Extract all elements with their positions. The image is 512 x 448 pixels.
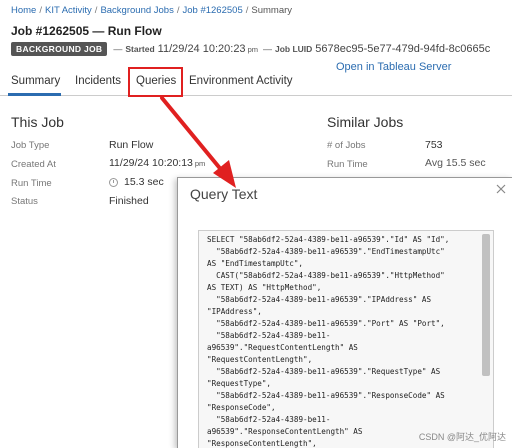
tab-incidents[interactable]: Incidents xyxy=(75,75,121,87)
started-label: Started xyxy=(125,44,155,54)
scrollbar-thumb[interactable] xyxy=(482,234,490,376)
created-at-value: 11/29/24 10:20:13 pm xyxy=(109,157,205,169)
query-text-box[interactable]: SELECT "58ab6df2-52a4-4389-be11-a96539".… xyxy=(198,230,494,448)
clock-icon xyxy=(109,178,118,187)
tab-summary[interactable]: Summary xyxy=(11,75,60,87)
job-type-value: Run Flow xyxy=(109,139,154,151)
active-tab-indicator xyxy=(8,93,61,96)
tab-environment-activity[interactable]: Environment Activity xyxy=(189,75,293,87)
page-title: Job #1262505 — Run Flow xyxy=(11,24,162,38)
created-at-label: Created At xyxy=(11,159,56,170)
started-value: 11/29/24 10:20:23 xyxy=(157,43,246,55)
run-time-value: 15.3 sec xyxy=(124,176,164,188)
query-text-panel: Query Text SELECT "58ab6df2-52a4-4389-be… xyxy=(177,177,512,448)
breadcrumb-current: Summary xyxy=(251,5,293,16)
created-at-suffix: pm xyxy=(194,159,206,168)
num-jobs-value: 753 xyxy=(425,139,443,151)
breadcrumb-separator: / xyxy=(176,5,180,16)
close-icon[interactable] xyxy=(496,184,506,194)
this-job-heading: This Job xyxy=(11,114,64,130)
breadcrumb-job[interactable]: Job #1262505 xyxy=(183,5,243,16)
job-luid-value: 5678ec95-5e77-479d-94fd-8c0665c xyxy=(315,43,491,55)
num-jobs-label: # of Jobs xyxy=(327,140,366,151)
breadcrumb-separator: / xyxy=(245,5,249,16)
queries-tab-highlight-box xyxy=(128,67,183,97)
breadcrumb-background-jobs[interactable]: Background Jobs xyxy=(100,5,173,16)
tab-bar: Summary Incidents Queries Environment Ac… xyxy=(0,72,512,96)
job-luid-label: Job LUID xyxy=(274,44,313,54)
created-at-date: 11/29/24 10:20:13 xyxy=(109,157,193,169)
breadcrumb-home[interactable]: Home xyxy=(11,5,36,16)
status-label: Status xyxy=(11,196,38,207)
watermark: CSDN @阿达_优阿达 xyxy=(418,432,506,442)
breadcrumb-kit-activity[interactable]: KIT Activity xyxy=(45,5,92,16)
query-text: SELECT "58ab6df2-52a4-4389-be11-a96539".… xyxy=(207,235,450,448)
job-type-label: Job Type xyxy=(11,140,50,151)
similar-run-time-label: Run Time xyxy=(327,159,368,170)
similar-jobs-heading: Similar Jobs xyxy=(327,114,404,130)
status-value: Finished xyxy=(109,195,149,207)
breadcrumb-separator: / xyxy=(94,5,98,16)
meta-dash: — xyxy=(262,44,272,54)
avg-prefix: Avg xyxy=(425,157,443,169)
meta-dash: — xyxy=(113,44,123,54)
started-suffix: pm xyxy=(247,44,258,54)
breadcrumb-separator: / xyxy=(39,5,42,16)
run-time-label: Run Time xyxy=(11,178,52,189)
job-type-badge: BACKGROUND JOB xyxy=(11,42,108,56)
breadcrumb: Home / KIT Activity / Background Jobs / Job #1… xyxy=(11,5,292,16)
similar-run-time-value: Avg 15.5 sec xyxy=(425,157,486,169)
query-panel-title: Query Text xyxy=(190,186,258,202)
avg-run-time: 15.5 sec xyxy=(445,157,486,169)
job-meta: BACKGROUND JOB — Started 11/29/24 10:20:… xyxy=(11,42,490,56)
query-scrollbar[interactable] xyxy=(482,234,490,448)
